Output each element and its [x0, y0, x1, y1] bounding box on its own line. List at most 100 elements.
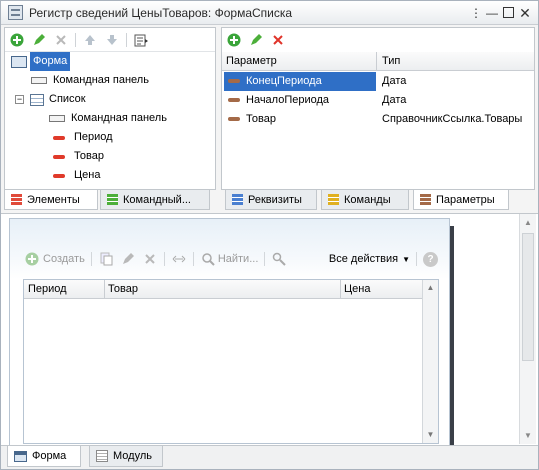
tree-item-list-command-panel[interactable]: Командная панель	[9, 109, 213, 128]
period-icon[interactable]	[171, 251, 187, 267]
delete-icon[interactable]	[142, 251, 158, 267]
tree-item-label: Форма	[30, 52, 71, 71]
param-icon	[228, 98, 240, 102]
window-title: Регистр сведений ЦеныТоваров: ФормаСписк…	[29, 6, 293, 20]
tree-item-label: Список	[49, 93, 86, 105]
cancel-search-icon[interactable]	[271, 251, 287, 267]
param-type: Дата	[382, 75, 407, 87]
scroll-down-icon[interactable]: ▼	[520, 427, 536, 444]
param-icon	[228, 117, 240, 121]
command-panel-icon	[31, 77, 47, 84]
column-product[interactable]: Товар	[108, 283, 138, 295]
close-icon[interactable]: ✕	[517, 5, 533, 21]
column-parameter[interactable]: Параметр	[226, 55, 277, 67]
parameters-header: Параметр Тип	[222, 52, 534, 71]
preview-table-header: Период Товар Цена	[24, 280, 422, 299]
form-icon	[11, 55, 27, 68]
tab-label: Параметры	[436, 193, 495, 206]
elements-toolbar	[9, 30, 149, 50]
module-tab-icon	[96, 450, 108, 462]
search-icon	[200, 251, 216, 267]
field-icon	[53, 135, 65, 140]
command-tab-icon	[107, 194, 118, 205]
param-type: СправочникСсылка.Товары	[382, 113, 523, 125]
tab-commands[interactable]: Команды	[321, 190, 409, 210]
param-icon	[228, 79, 240, 83]
elements-tab-icon	[11, 194, 22, 205]
tree-item-form[interactable]: Форма	[9, 52, 213, 71]
tree-item-price[interactable]: Цена	[9, 166, 213, 185]
create-button[interactable]: Создать	[43, 253, 85, 265]
tree-item-command-panel[interactable]: Командная панель	[9, 71, 213, 90]
tree-item-label: Период	[74, 131, 113, 143]
tab-label: Командный...	[123, 193, 191, 206]
maximize-icon[interactable]	[500, 5, 516, 21]
tab-attributes[interactable]: Реквизиты	[225, 190, 317, 210]
tab-label: Модуль	[113, 450, 152, 462]
param-row[interactable]: КонецПериода Дата	[222, 72, 534, 91]
scroll-down-icon[interactable]: ▼	[423, 427, 438, 443]
tab-module[interactable]: Модуль	[89, 446, 163, 467]
param-name: НачалоПериода	[246, 94, 330, 106]
create-icon	[24, 251, 40, 267]
move-up-icon[interactable]	[82, 32, 98, 48]
move-down-icon[interactable]	[104, 32, 120, 48]
edit-icon[interactable]	[120, 251, 136, 267]
preview-vertical-scrollbar[interactable]: ▲ ▼	[519, 214, 536, 444]
command-panel-icon	[49, 115, 65, 122]
tab-command-interface[interactable]: Командный...	[100, 190, 210, 210]
app-icon	[8, 5, 23, 20]
dropdown-arrow-icon: ▼	[402, 254, 410, 264]
tab-elements[interactable]: Элементы	[4, 190, 98, 210]
all-actions-label: Все действия	[328, 253, 399, 265]
form-tab-icon	[14, 450, 27, 462]
form-preview: Создать Найти... Все действия ▼ ? Период…	[9, 218, 450, 446]
field-icon	[53, 154, 65, 159]
attributes-tab-icon	[232, 194, 243, 205]
tree-item-period[interactable]: Период	[9, 128, 213, 147]
tab-label: Команды	[344, 193, 391, 206]
tab-label: Элементы	[27, 193, 80, 206]
scrollbar-thumb[interactable]	[522, 233, 534, 361]
edit-icon[interactable]	[31, 32, 47, 48]
tree-item-label: Товар	[74, 150, 104, 162]
table-icon	[30, 93, 44, 106]
param-name: КонецПериода	[246, 75, 322, 87]
preview-command-bar: Создать Найти... Все действия ▼ ?	[24, 249, 438, 269]
column-type[interactable]: Тип	[382, 55, 400, 67]
properties-icon[interactable]	[133, 32, 149, 48]
tree-item-label: Цена	[74, 169, 101, 181]
tree-item-label: Командная панель	[53, 74, 149, 86]
scroll-up-icon[interactable]: ▲	[520, 214, 536, 231]
find-button[interactable]: Найти...	[218, 253, 259, 265]
param-row[interactable]: Товар СправочникСсылка.Товары	[222, 110, 534, 129]
help-icon[interactable]: ?	[423, 251, 438, 267]
copy-icon[interactable]	[98, 251, 114, 267]
collapse-icon[interactable]: −	[15, 95, 24, 104]
scroll-up-icon[interactable]: ▲	[423, 280, 438, 296]
parameters-panel: Параметр Тип КонецПериода Дата НачалоПер…	[221, 27, 535, 190]
tab-form[interactable]: Форма	[7, 446, 81, 467]
tree-item-product[interactable]: Товар	[9, 147, 213, 166]
minimize-icon[interactable]: —	[484, 5, 500, 21]
tab-label: Форма	[32, 450, 67, 462]
parameters-toolbar	[226, 30, 286, 50]
column-price[interactable]: Цена	[344, 283, 370, 295]
elements-panel: Форма Командная панель − Список Командна…	[4, 27, 216, 190]
tab-parameters[interactable]: Параметры	[413, 190, 509, 210]
column-period[interactable]: Период	[28, 283, 67, 295]
commands-tab-icon	[328, 194, 339, 205]
delete-icon[interactable]	[270, 32, 286, 48]
edit-icon[interactable]	[248, 32, 264, 48]
elements-tabbar: Элементы Командный...	[4, 190, 216, 211]
all-actions-button[interactable]: Все действия ▼	[329, 253, 410, 265]
bottom-tabbar: Форма Модуль	[1, 445, 538, 469]
add-icon[interactable]	[226, 32, 242, 48]
param-row[interactable]: НачалоПериода Дата	[222, 91, 534, 110]
tree-item-list[interactable]: − Список	[9, 90, 213, 109]
add-icon[interactable]	[9, 32, 25, 48]
parameters-tabbar: Реквизиты Команды Параметры	[221, 190, 535, 211]
delete-icon[interactable]	[53, 32, 69, 48]
menu-icon[interactable]: ⋮	[468, 5, 484, 21]
preview-table-scrollbar[interactable]: ▲ ▼	[422, 280, 438, 443]
